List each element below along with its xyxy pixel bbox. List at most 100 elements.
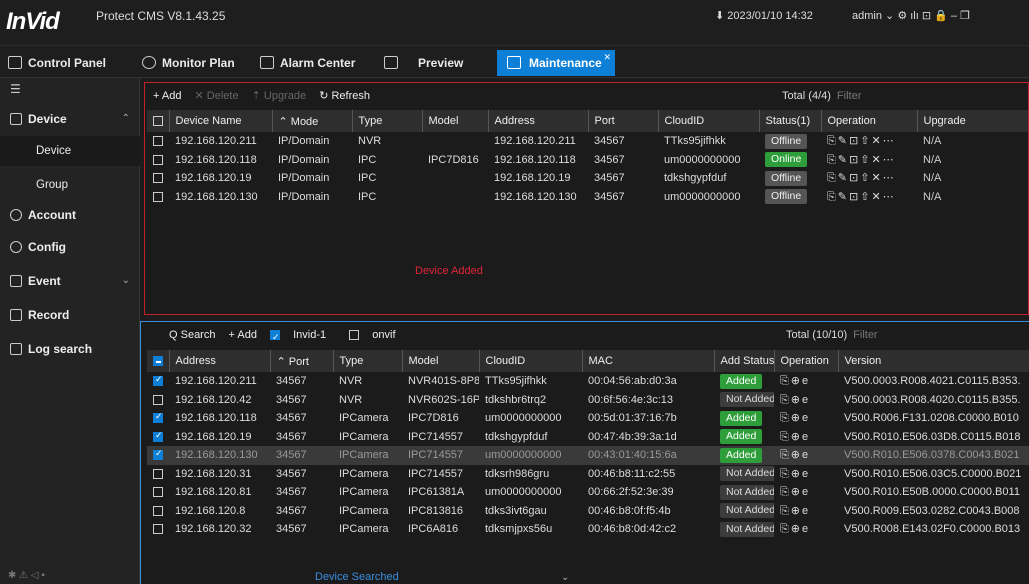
col-address[interactable]: Address	[168, 350, 270, 372]
col-operation[interactable]: Operation	[820, 110, 917, 132]
row-checkbox[interactable]	[147, 188, 169, 207]
row-checkbox[interactable]	[147, 132, 169, 151]
menu-toggle-icon[interactable]: ☰	[10, 82, 21, 96]
restore-icon[interactable]: ❐	[960, 10, 970, 22]
sidebar-item-device[interactable]: Device ⌃	[0, 104, 140, 134]
table-row[interactable]: 192.168.120.81 34567 IPCamera IPC61381A um00…	[147, 483, 1029, 502]
tab-control-panel[interactable]: Control Panel	[6, 50, 106, 76]
table-row[interactable]: 192.168.120.19 34567 IPCamera IPC714557 tdks…	[147, 428, 1029, 447]
row-checkbox[interactable]	[147, 446, 169, 465]
sidebar-item-record[interactable]: Record	[0, 300, 140, 330]
col-upgrade[interactable]: Upgrade	[916, 110, 1028, 132]
add-button[interactable]: + Add	[229, 329, 257, 341]
row-checkbox[interactable]	[147, 372, 169, 391]
table-row[interactable]: 192.168.120.211 IP/Domain NVR 192.168.120.2…	[147, 132, 1028, 151]
row-checkbox[interactable]	[147, 483, 169, 502]
sort-icon[interactable]: ⌃	[279, 116, 291, 128]
tab-alarm-center[interactable]: Alarm Center	[258, 50, 355, 76]
screenshot-icon[interactable]: ⊡	[922, 10, 931, 22]
col-version[interactable]: Version	[837, 350, 1029, 372]
filter-input[interactable]: Filter	[853, 329, 877, 341]
col-mac[interactable]: MAC	[581, 350, 714, 372]
row-checkbox[interactable]	[147, 428, 169, 447]
table-row[interactable]: 192.168.120.13034567IPCameraIPC714557um0…	[147, 446, 1029, 465]
operation-icons[interactable]: ⎘⊕e	[780, 431, 810, 443]
operation-icons[interactable]: ⎘⊕e	[780, 505, 810, 517]
col-add-status[interactable]: Add Status	[713, 350, 774, 372]
cell-version: V500.R010.E50B.0000.C0000.B011	[844, 486, 1020, 499]
operation-icons[interactable]: ⎘⊕e	[780, 449, 810, 461]
row-checkbox[interactable]	[147, 391, 169, 410]
upgrade-button[interactable]: ⇡ Upgrade	[252, 90, 306, 102]
download-icon[interactable]: ⬇	[715, 10, 727, 22]
table-row[interactable]: 192.168.120.118 IP/Domain IPC IPC7D816 192.1…	[147, 151, 1028, 170]
col-type[interactable]: Type	[351, 110, 422, 132]
operation-icons[interactable]: ⎘✎⊡⇧✕⋯	[827, 154, 896, 166]
col-address[interactable]: Address	[487, 110, 588, 132]
tab-maintenance[interactable]: Maintenance ✕	[497, 50, 615, 76]
col-cloudid[interactable]: CloudID	[657, 110, 759, 132]
sidebar-item-device-sub[interactable]: Device	[0, 136, 140, 166]
row-checkbox[interactable]	[147, 169, 169, 188]
tab-monitor-plan[interactable]: Monitor Plan	[140, 50, 235, 76]
col-operation[interactable]: Operation	[773, 350, 838, 372]
refresh-button[interactable]: ↻ Refresh	[319, 90, 370, 102]
col-port[interactable]: ⌃ Port	[269, 350, 333, 372]
operation-icons[interactable]: ⎘✎⊡⇧✕⋯	[827, 191, 896, 203]
search-button[interactable]: Q Search	[169, 329, 215, 341]
col-cloudid[interactable]: CloudID	[478, 350, 582, 372]
table-row[interactable]: 192.168.120.31 34567 IPCamera IPC714557 tdks…	[147, 465, 1029, 484]
sidebar-item-account[interactable]: Account	[0, 200, 140, 230]
status-badge: Added	[720, 373, 763, 389]
operation-icons[interactable]: ⎘⊕e	[780, 486, 810, 498]
operation-icons[interactable]: ⎘⊕e	[780, 523, 810, 535]
row-checkbox[interactable]	[147, 520, 169, 539]
select-all-checkbox[interactable]	[147, 110, 169, 132]
table-row[interactable]: 192.168.120.118 34567 IPCamera IPC7D816 um00…	[147, 409, 1029, 428]
operation-icons[interactable]: ⎘⊕e	[780, 394, 810, 406]
user-menu[interactable]: admin ⌄ ⚙ ılı ⊡ 🔒 – ❐	[852, 9, 970, 22]
col-type[interactable]: Type	[332, 350, 402, 372]
delete-button[interactable]: ✕ Delete	[195, 90, 239, 102]
row-checkbox[interactable]	[147, 151, 169, 170]
table-row[interactable]: 192.168.120.32 34567 IPCamera IPC6A816 tdksm…	[147, 520, 1029, 539]
col-mode[interactable]: ⌃ Mode	[271, 110, 352, 132]
table-row[interactable]: 192.168.120.42 34567 NVR NVR602S-16P16 tdksh…	[147, 391, 1029, 410]
lock-icon[interactable]: 🔒	[934, 10, 948, 22]
filter-input[interactable]: Filter	[837, 90, 861, 102]
select-all-checkbox[interactable]	[147, 350, 169, 372]
tab-preview[interactable]: Preview	[382, 50, 463, 76]
col-status[interactable]: Status(1)	[758, 110, 821, 132]
table-row[interactable]: 192.168.120.8 34567 IPCamera IPC813816 tdks3…	[147, 502, 1029, 521]
sidebar-item-event[interactable]: Event ⌄	[0, 266, 140, 296]
col-model[interactable]: Model	[401, 350, 479, 372]
sidebar-item-config[interactable]: Config	[0, 232, 140, 262]
stats-icon[interactable]: ılı	[910, 10, 919, 22]
col-device-name[interactable]: Device Name	[168, 110, 272, 132]
row-checkbox[interactable]	[147, 465, 169, 484]
invid-checkbox[interactable]: Invid-1	[270, 328, 336, 346]
row-checkbox[interactable]	[147, 409, 169, 428]
operation-icons[interactable]: ⎘⊕e	[780, 468, 810, 480]
minimize-icon[interactable]: –	[951, 10, 957, 22]
operation-icons[interactable]: ⎘✎⊡⇧✕⋯	[827, 135, 896, 147]
table-row[interactable]: 192.168.120.211 34567 NVR NVR401S-8P8 TTks95…	[147, 372, 1029, 391]
col-model[interactable]: Model	[421, 110, 488, 132]
operation-icons[interactable]: ⎘✎⊡⇧✕⋯	[827, 172, 896, 184]
col-port[interactable]: Port	[587, 110, 658, 132]
sort-icon[interactable]: ⌃	[277, 356, 289, 368]
table-row[interactable]: 192.168.120.130 IP/Domain IPC 192.168.120.1…	[147, 188, 1028, 207]
add-button[interactable]: + Add	[153, 90, 181, 102]
gear-icon[interactable]: ⚙	[897, 10, 907, 22]
close-icon[interactable]: ✕	[603, 44, 611, 70]
cell-type: IPCamera	[339, 486, 389, 499]
sidebar-item-group[interactable]: Group	[0, 170, 140, 200]
row-checkbox[interactable]	[147, 502, 169, 521]
sidebar-item-log-search[interactable]: Log search	[0, 334, 140, 364]
expand-chevron-icon[interactable]: ⌄	[561, 572, 569, 583]
sidebar-item-label: Event	[28, 274, 61, 288]
operation-icons[interactable]: ⎘⊕e	[780, 375, 810, 387]
table-row[interactable]: 192.168.120.19 IP/Domain IPC 192.168.120.19…	[147, 169, 1028, 188]
operation-icons[interactable]: ⎘⊕e	[780, 412, 810, 424]
onvif-checkbox[interactable]: onvif	[349, 329, 405, 341]
